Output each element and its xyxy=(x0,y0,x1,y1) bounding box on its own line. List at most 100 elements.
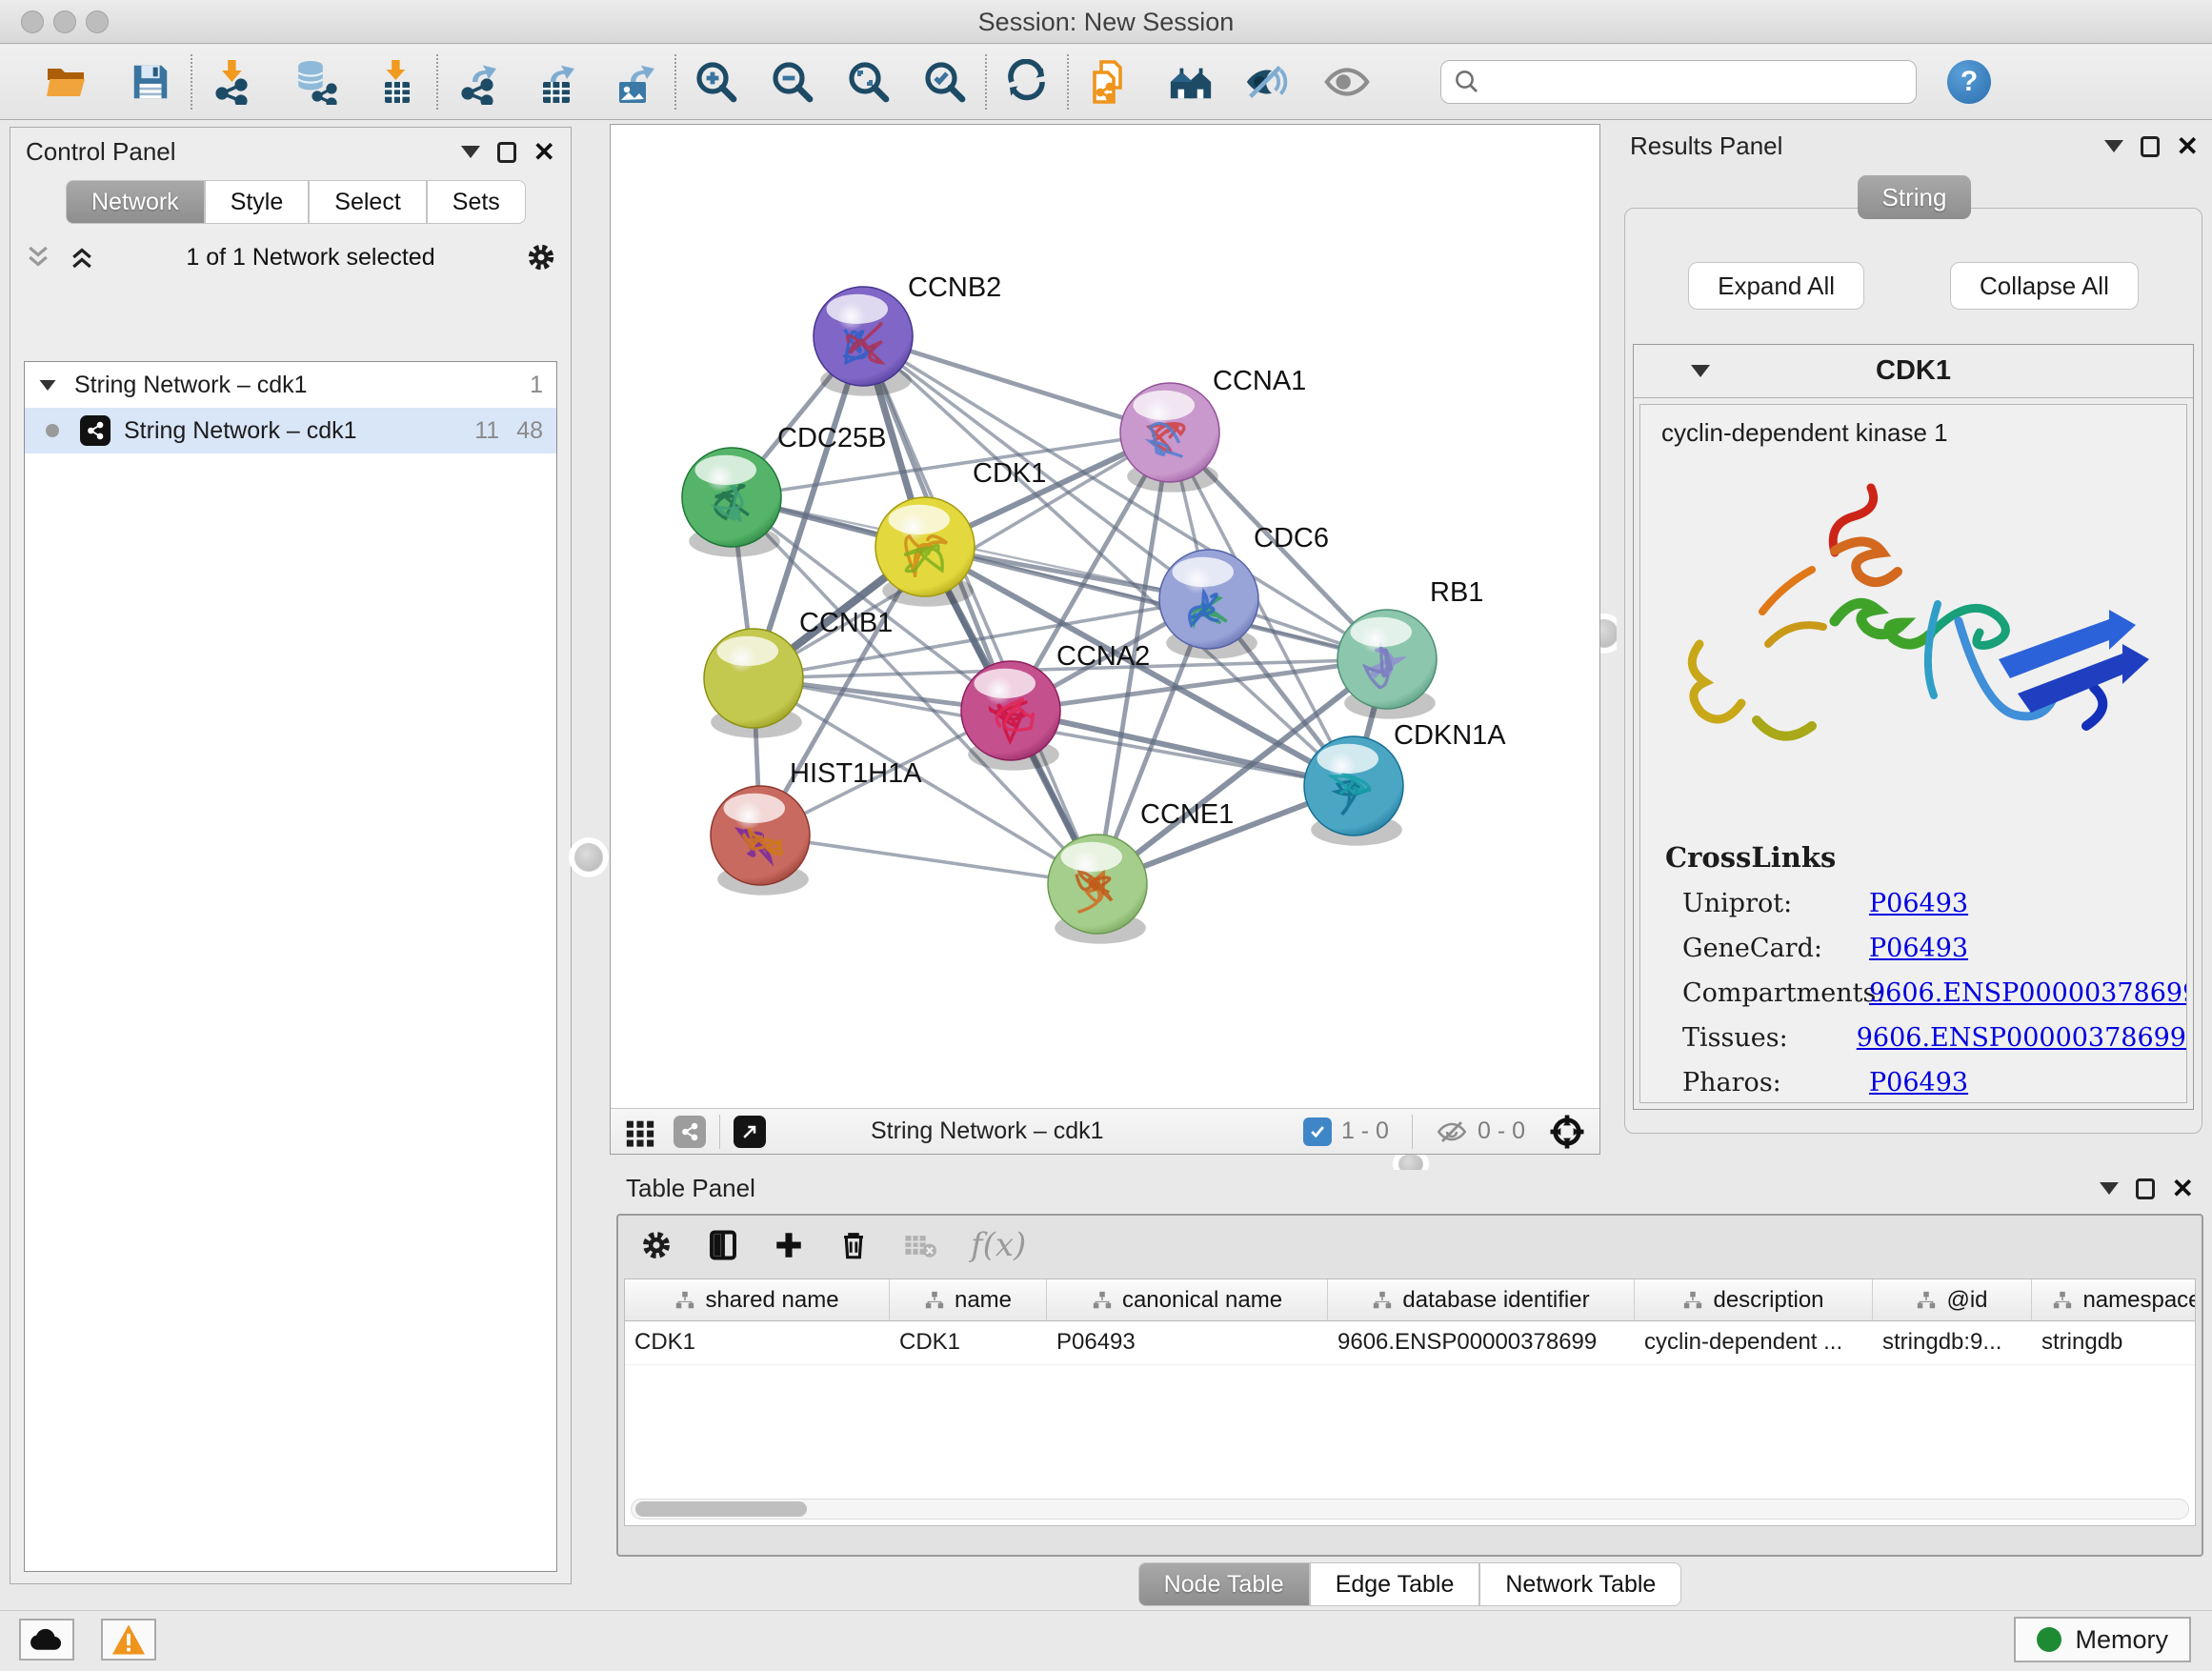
hide-selected-button[interactable] xyxy=(1242,57,1292,107)
zoom-out-button[interactable] xyxy=(768,57,817,107)
birdseye-icon[interactable] xyxy=(1548,1113,1586,1151)
collapse-all-button[interactable]: Collapse All xyxy=(1950,262,2139,310)
zoom-selected-button[interactable] xyxy=(920,57,970,107)
crosslink-link[interactable]: 9606.ENSP00000378699 xyxy=(1857,1023,2186,1053)
export-image-button[interactable] xyxy=(610,57,659,107)
export-table-button[interactable] xyxy=(532,57,581,107)
network-node-ccnb1[interactable] xyxy=(704,629,803,738)
show-columns-icon[interactable] xyxy=(706,1228,740,1262)
table-settings-gear-icon[interactable] xyxy=(639,1228,674,1262)
network-node-ccnb2[interactable] xyxy=(814,287,913,396)
save-session-button[interactable] xyxy=(126,57,175,107)
collection-count: 1 xyxy=(530,372,543,399)
network-node-ccne1[interactable] xyxy=(1048,835,1147,944)
panel-close-icon[interactable]: ✕ xyxy=(533,142,555,163)
column-header[interactable]: shared name xyxy=(625,1279,890,1320)
copy-network-button[interactable] xyxy=(1084,57,1134,107)
selected-checkbox-icon[interactable] xyxy=(1303,1117,1332,1146)
network-edge-count: 48 xyxy=(516,417,543,445)
memory-button[interactable]: Memory xyxy=(2014,1617,2191,1662)
network-row[interactable]: String Network – cdk1 11 48 xyxy=(25,408,556,453)
warnings-button[interactable] xyxy=(101,1619,156,1661)
column-header[interactable]: description xyxy=(1635,1279,1873,1320)
panel-close-icon[interactable]: ✕ xyxy=(2172,1178,2194,1199)
panel-menu-icon[interactable] xyxy=(461,146,480,158)
network-node-hist1h1a[interactable] xyxy=(711,786,810,896)
grid-view-icon[interactable] xyxy=(624,1116,656,1148)
panel-float-icon[interactable] xyxy=(2136,1178,2155,1199)
help-button[interactable]: ? xyxy=(1947,60,1991,104)
tab-select[interactable]: Select xyxy=(309,180,426,224)
panel-menu-icon[interactable] xyxy=(2100,1182,2119,1195)
toolbar-separator xyxy=(674,54,676,110)
panel-float-icon[interactable] xyxy=(2141,136,2160,157)
table-horizontal-scrollbar[interactable] xyxy=(631,1499,2189,1520)
expand-all-button[interactable]: Expand All xyxy=(1688,262,1864,310)
expand-all-icon[interactable] xyxy=(68,243,96,272)
import-table-button[interactable] xyxy=(372,57,421,107)
network-node-ccna2[interactable] xyxy=(961,661,1060,771)
column-header[interactable]: namespace xyxy=(2032,1279,2196,1320)
panel-float-icon[interactable] xyxy=(497,142,516,163)
import-network-button[interactable] xyxy=(208,57,257,107)
add-column-icon[interactable] xyxy=(773,1229,805,1261)
left-splitter-handle[interactable] xyxy=(574,843,603,872)
delete-table-icon xyxy=(902,1229,938,1261)
collapse-all-icon[interactable] xyxy=(24,243,52,272)
crosslink-link[interactable]: 9606.ENSP00000378699 xyxy=(1869,978,2187,1008)
network-node-ccna1[interactable] xyxy=(1120,383,1219,493)
column-header[interactable]: name xyxy=(890,1279,1047,1320)
gear-icon[interactable] xyxy=(525,241,557,273)
node-label: CDK1 xyxy=(973,458,1046,489)
show-hidden-button[interactable] xyxy=(1322,57,1372,107)
delete-column-icon[interactable] xyxy=(837,1229,870,1261)
open-session-button[interactable] xyxy=(42,57,91,107)
table-row[interactable]: CDK1CDK1P064939606.ENSP00000378699cyclin… xyxy=(625,1321,2195,1365)
title-bar: Session: New Session xyxy=(0,0,2212,44)
node-label: CCNB2 xyxy=(908,272,1001,303)
search-input[interactable] xyxy=(1489,63,1904,101)
crosslink-link[interactable]: P06493 xyxy=(1869,934,1968,963)
import-network-from-database-button[interactable] xyxy=(290,57,339,107)
apply-layout-button[interactable] xyxy=(1002,57,1052,107)
network-edge[interactable] xyxy=(760,836,1097,884)
detach-view-icon[interactable] xyxy=(734,1116,766,1148)
network-node-cdc6[interactable] xyxy=(1159,550,1258,659)
crosslink-link[interactable]: P06493 xyxy=(1869,1068,1968,1097)
show-all-networks-button[interactable] xyxy=(1166,57,1216,107)
tab-style[interactable]: Style xyxy=(205,180,310,224)
network-name: String Network – cdk1 xyxy=(124,417,357,445)
search-icon xyxy=(1453,68,1481,96)
column-header[interactable]: database identifier xyxy=(1328,1279,1635,1320)
cloud-status-button[interactable] xyxy=(19,1619,74,1661)
zoom-fit-button[interactable] xyxy=(844,57,894,107)
network-edge[interactable] xyxy=(863,336,1097,884)
column-header[interactable]: @id xyxy=(1873,1279,2032,1320)
network-collection-row[interactable]: String Network – cdk1 1 xyxy=(25,362,556,408)
column-header[interactable]: canonical name xyxy=(1047,1279,1328,1320)
network-edge[interactable] xyxy=(863,336,1387,659)
network-node-cdkn1a[interactable] xyxy=(1304,736,1403,846)
tab-network[interactable]: Network xyxy=(66,180,205,224)
tab-sets[interactable]: Sets xyxy=(427,180,526,224)
zoom-in-button[interactable] xyxy=(692,57,741,107)
tab-string[interactable]: String xyxy=(1858,175,1972,219)
gene-expand-icon[interactable] xyxy=(1691,365,1710,377)
network-node-cdk1[interactable] xyxy=(875,497,975,607)
export-network-button[interactable] xyxy=(453,57,503,107)
network-node-rb1[interactable] xyxy=(1337,610,1437,719)
collection-expand-icon[interactable] xyxy=(40,379,56,390)
tab-node-table[interactable]: Node Table xyxy=(1138,1562,1310,1606)
crosslink-link[interactable]: P06493 xyxy=(1869,889,1968,918)
scrollbar-thumb[interactable] xyxy=(635,1501,807,1517)
panel-menu-icon[interactable] xyxy=(2104,140,2123,152)
network-canvas[interactable]: CCNB2CCNA1CDC25BCDK1CDC6RB1CCNB1CCNA2CDK… xyxy=(611,125,1599,1108)
network-node-cdc25b[interactable] xyxy=(682,448,781,557)
eye-slash-icon xyxy=(1243,58,1291,106)
tab-edge-table[interactable]: Edge Table xyxy=(1310,1562,1480,1606)
tab-network-table[interactable]: Network Table xyxy=(1479,1562,1681,1606)
panel-close-icon[interactable]: ✕ xyxy=(2177,136,2199,157)
node-label: RB1 xyxy=(1430,577,1483,608)
gene-section-header[interactable]: CDK1 xyxy=(1634,345,2193,398)
gene-details: cyclin-dependent kinase 1 xyxy=(1639,404,2187,1103)
